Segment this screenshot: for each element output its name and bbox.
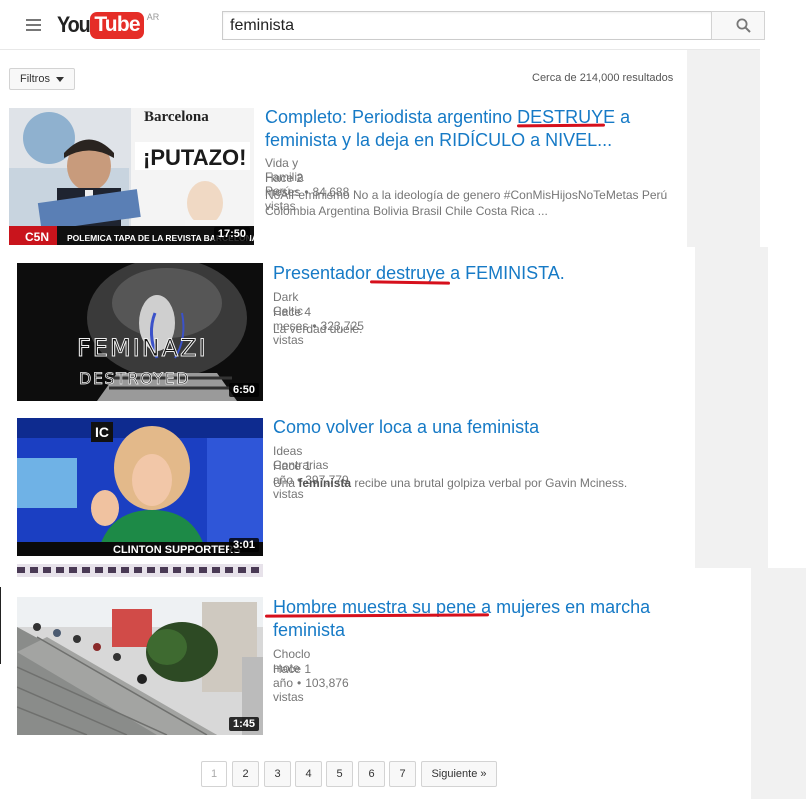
video-title-link[interactable]: Hombre muestra su pene a mujeres en marc…: [273, 596, 693, 642]
video-duration: 17:50: [213, 227, 250, 241]
thumb-text: IC: [95, 424, 109, 440]
video-duration: 6:50: [228, 383, 259, 397]
video-title-line: feminista: [273, 620, 346, 640]
thumb-text: FEMINAZI: [77, 334, 208, 362]
video-title-link[interactable]: Como volver loca a una feminista: [273, 416, 683, 439]
page-button-2[interactable]: 2: [232, 761, 259, 787]
video-description: La verdad duele.: [273, 321, 683, 337]
video-title-line: Presentador destruye a FEMINISTA.: [273, 263, 565, 283]
description-text: recibe una brutal golpiza verbal por Gav…: [351, 476, 628, 490]
logo-you-text: You: [57, 12, 91, 37]
thumbnail-fragment: [17, 564, 263, 577]
description-line: La verdad duele.: [273, 322, 363, 336]
logo-tube-text: Tube: [90, 12, 144, 39]
video-thumbnail[interactable]: IC CLINTON SUPPORTERS 3:01: [17, 418, 263, 556]
search-input[interactable]: [222, 11, 712, 40]
menu-icon[interactable]: [26, 19, 41, 31]
side-panel-bg: [695, 247, 768, 568]
video-title-line: feminista y la deja en RIDÍCULO a NIVEL.…: [265, 130, 613, 150]
thumb-text: DESTROYED: [79, 369, 190, 388]
page-button-4[interactable]: 4: [295, 761, 322, 787]
caret-down-icon: [56, 77, 64, 82]
video-description: Una feminista recibe una brutal golpiza …: [273, 475, 713, 491]
masthead: You Tube AR: [0, 0, 765, 50]
video-meta: Hace 1 año • 103,876 vistas: [273, 662, 349, 704]
page-button-5[interactable]: 5: [326, 761, 353, 787]
page-button-6[interactable]: 6: [358, 761, 385, 787]
description-highlight: feminista: [298, 476, 352, 490]
filters-button[interactable]: Filtros: [9, 68, 75, 90]
description-line: NoAlFeminismo No a la ideología de gener…: [265, 188, 668, 202]
video-title-link[interactable]: Presentador destruye a FEMINISTA.: [273, 262, 683, 285]
video-thumbnail[interactable]: FEMINAZI DESTROYED 6:50: [17, 263, 263, 401]
video-title-line: Completo: Periodista argentino DESTRUYE …: [265, 107, 631, 127]
search-button[interactable]: [711, 11, 765, 40]
page-button-3[interactable]: 3: [264, 761, 291, 787]
side-panel-bg: [687, 50, 760, 247]
page-button-7[interactable]: 7: [389, 761, 416, 787]
thumbnail-image: Barcelona ¡PUTAZO! C5N POLEMICA TAPA DE …: [9, 108, 254, 245]
thumb-text: ¡PUTAZO!: [143, 145, 246, 170]
youtube-logo[interactable]: You Tube AR: [57, 12, 159, 39]
video-thumbnail[interactable]: 1:45: [17, 597, 263, 735]
video-thumbnail[interactable]: Barcelona ¡PUTAZO! C5N POLEMICA TAPA DE …: [9, 108, 254, 245]
thumbnail-image: [17, 597, 263, 735]
logo-country-code: AR: [146, 12, 160, 22]
thumb-text: Barcelona: [144, 109, 209, 125]
description-text: Una: [273, 476, 299, 490]
page-button-1: 1: [201, 761, 227, 787]
thumb-text: C5N: [25, 230, 49, 244]
filters-label: Filtros: [20, 73, 50, 85]
thumbnail-image: FEMINAZI DESTROYED: [17, 263, 263, 401]
result-count: Cerca de 214,000 resultados: [532, 72, 674, 84]
thumbnail-image: IC CLINTON SUPPORTERS: [17, 418, 263, 556]
video-title-link[interactable]: Completo: Periodista argentino DESTRUYE …: [265, 106, 685, 152]
video-duration: 1:45: [228, 717, 259, 731]
video-duration: 3:01: [228, 538, 259, 552]
thumb-text: CLINTON SUPPORTERS: [113, 544, 241, 556]
video-title-line: Como volver loca a una feminista: [273, 417, 540, 437]
next-page-button[interactable]: Siguiente »: [421, 761, 497, 787]
video-description: NoAlFeminismo No a la ideología de gener…: [265, 187, 685, 219]
search-icon: [736, 18, 751, 33]
side-panel-bg: [751, 568, 806, 799]
divider: [0, 587, 1, 664]
description-line: Colombia Argentina Bolivia Brasil Chile …: [265, 204, 548, 218]
